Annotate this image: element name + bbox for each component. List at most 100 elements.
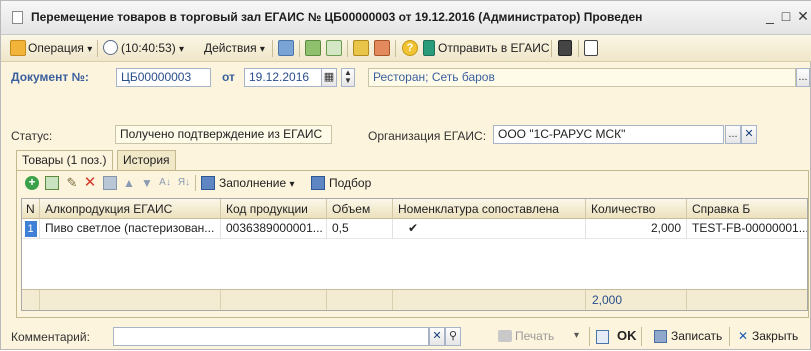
column-header-code[interactable]: Код продукции — [221, 199, 327, 219]
print-form-icon[interactable] — [353, 40, 369, 56]
column-header-ref-b[interactable]: Справка Б — [687, 199, 807, 219]
fill-menu[interactable]: Заполнение ▾ — [219, 174, 295, 194]
column-header-quantity[interactable]: Количество — [586, 199, 687, 219]
toolbar-separator — [395, 40, 396, 57]
fill-icon — [201, 176, 215, 190]
toolbar-separator — [729, 327, 730, 346]
move-down-icon[interactable]: ▼ — [140, 176, 154, 190]
add-row-icon[interactable]: + — [25, 176, 39, 190]
delete-row-icon[interactable]: ✕ — [83, 175, 97, 190]
report-icon[interactable] — [374, 40, 390, 56]
volume-cell[interactable]: 0,5 — [327, 219, 393, 239]
operation-menu[interactable]: Операция ▾ — [28, 39, 92, 58]
actions-menu[interactable]: Действия ▾ — [204, 39, 265, 58]
footer-cell — [687, 290, 807, 310]
column-header-matched[interactable]: Номенклатура сопоставлена — [393, 199, 586, 219]
fill-label: Заполнение — [219, 176, 287, 190]
print-button[interactable]: Печать — [515, 326, 554, 346]
save-disk-icon — [654, 330, 667, 343]
toolbar-separator — [299, 40, 300, 57]
table-footer: 2,000 — [22, 289, 807, 310]
tab-history[interactable]: История — [117, 150, 176, 170]
time-label: (10:40:53) — [121, 41, 176, 55]
chevron-down-icon: ▾ — [289, 179, 295, 190]
column-header-volume[interactable]: Объем — [327, 199, 393, 219]
ok-button[interactable]: OK — [617, 326, 637, 346]
minimize-button[interactable]: _ — [762, 8, 778, 24]
document-check-icon[interactable] — [596, 330, 609, 344]
footer-cell — [221, 290, 327, 310]
comment-field[interactable] — [113, 327, 429, 346]
close-icon: ✕ — [738, 329, 749, 343]
select-button[interactable]: Подбор — [329, 174, 371, 192]
structure-tree-icon[interactable] — [558, 40, 572, 56]
table-row[interactable]: 1 Пиво светлое (пастеризован... 00363890… — [22, 219, 807, 239]
row-number-cell: 1 — [22, 219, 40, 239]
goods-table: N Алкопродукция ЕГАИС Код продукции Объе… — [21, 198, 808, 311]
send-egais-button[interactable]: Отправить в ЕГАИС — [438, 39, 550, 58]
select-icon — [311, 176, 325, 190]
close-window-button[interactable]: ✕ — [795, 8, 811, 24]
maximize-button[interactable]: □ — [778, 8, 794, 24]
toolbar-separator — [272, 40, 273, 57]
actions-label: Действия — [204, 41, 257, 55]
org-unit-select-button[interactable]: ... — [796, 68, 810, 87]
chevron-down-icon: ▾ — [179, 44, 185, 55]
tab-goods[interactable]: Товары (1 поз.) — [16, 150, 113, 171]
post-icon[interactable] — [278, 40, 294, 56]
sort-desc-icon[interactable]: Я↓ — [177, 176, 191, 190]
sort-asc-icon[interactable]: A↓ — [158, 176, 172, 190]
comment-label: Комментарий: — [11, 330, 90, 344]
comment-clear-button[interactable]: ✕ — [429, 327, 445, 346]
goods-panel: + ✎ ✕ ▲ ▼ A↓ Я↓ Заполнение ▾ Подбор N Ал… — [16, 170, 809, 318]
end-edit-icon[interactable] — [103, 176, 117, 190]
save-button[interactable]: Записать — [671, 326, 722, 346]
move-up-icon[interactable]: ▲ — [122, 176, 136, 190]
org-egais-clear-button[interactable]: ✕ — [741, 125, 757, 144]
column-header-n[interactable]: N — [22, 199, 40, 219]
printer-icon — [498, 330, 512, 342]
list-icon[interactable] — [584, 40, 598, 56]
document-icon — [12, 11, 23, 24]
footer-cell — [327, 290, 393, 310]
toolbar-separator — [551, 40, 552, 57]
print-dropdown-icon[interactable]: ▾ — [574, 326, 579, 346]
bottom-bar: Комментарий: ✕ ⚲ Печать ▾ OK Записать ✕ … — [1, 322, 811, 351]
send-egais-icon — [423, 40, 435, 56]
structure-icon[interactable] — [305, 40, 321, 56]
copy-row-icon[interactable] — [45, 176, 59, 190]
time-button[interactable]: (10:40:53) ▾ — [121, 39, 184, 58]
refresh-icon[interactable] — [326, 40, 342, 56]
table-header: N Алкопродукция ЕГАИС Код продукции Объе… — [22, 199, 807, 219]
title-bar: Перемещение товаров в торговый зал ЕГАИС… — [1, 1, 811, 35]
comment-search-icon[interactable]: ⚲ — [445, 327, 461, 346]
org-egais-field[interactable]: ООО "1С-РАРУС МСК" — [493, 125, 724, 144]
doc-number-label: Документ №: — [11, 70, 89, 84]
toolbar-separator — [347, 40, 348, 57]
quantity-cell[interactable]: 2,000 — [586, 219, 687, 239]
footer-quantity-total: 2,000 — [586, 290, 687, 310]
edit-row-icon[interactable]: ✎ — [65, 176, 79, 190]
date-spinner[interactable]: ▲ ▼ — [341, 68, 355, 87]
status-value: Получено подтверждение из ЕГАИС — [115, 125, 332, 144]
chevron-down-icon: ▾ — [259, 44, 265, 55]
status-label: Статус: — [11, 129, 53, 143]
matched-checkmark-icon[interactable]: ✔ — [393, 219, 586, 239]
calendar-icon[interactable]: ▦ — [321, 68, 337, 87]
footer-cell — [40, 290, 221, 310]
help-icon[interactable]: ? — [402, 40, 418, 56]
org-egais-select-button[interactable]: ... — [725, 125, 741, 144]
code-cell[interactable]: 0036389000001... — [221, 219, 327, 239]
toolbar-separator — [195, 175, 196, 191]
org-egais-label: Организация ЕГАИС: — [368, 129, 487, 143]
doc-number-field[interactable]: ЦБ00000003 — [116, 68, 211, 87]
row-number: 1 — [24, 221, 37, 237]
close-button[interactable]: Закрыть — [752, 326, 798, 346]
toolbar-separator — [578, 40, 579, 57]
footer-cell — [393, 290, 586, 310]
operation-icon — [10, 40, 26, 56]
org-unit-field[interactable]: Ресторан; Сеть баров — [368, 68, 796, 87]
column-header-product[interactable]: Алкопродукция ЕГАИС — [40, 199, 221, 219]
ref-b-cell[interactable]: TEST-FB-00000001... — [687, 219, 807, 239]
product-cell[interactable]: Пиво светлое (пастеризован... — [40, 219, 221, 239]
